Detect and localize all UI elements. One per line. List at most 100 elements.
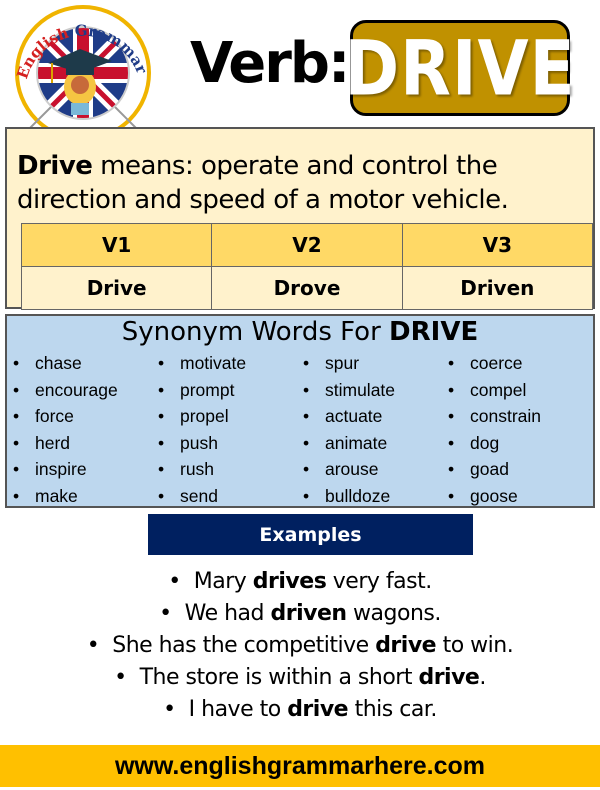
bullet-icon: • <box>168 569 181 594</box>
example-text-after: to win. <box>436 633 514 658</box>
synonym-word: constrain <box>470 406 542 426</box>
synonym-item: • force <box>9 403 154 430</box>
example-text-before: We had <box>184 601 271 626</box>
bullet-icon: • <box>448 353 455 373</box>
bullet-icon: • <box>158 406 165 426</box>
bullet-icon: • <box>13 459 20 479</box>
bullet-icon: • <box>158 432 165 453</box>
bullet-icon: • <box>13 432 20 453</box>
bullet-icon: • <box>13 406 20 426</box>
synonym-item: • motivate <box>154 350 299 377</box>
bullet-icon: • <box>86 633 100 658</box>
synonyms-title: Synonym Words For DRIVE <box>7 317 593 347</box>
synonym-word: goad <box>470 459 509 479</box>
example-sentence: • Mary drives very fast. <box>0 566 600 598</box>
verb-word: DRIVE <box>344 23 576 113</box>
synonym-item: • make <box>9 483 154 510</box>
synonym-word: animate <box>325 432 388 453</box>
header-v3: V3 <box>401 223 594 267</box>
example-sentence: • The store is within a short drive. <box>0 662 600 694</box>
value-v1: Drive <box>20 266 213 310</box>
synonyms-list: • motivate • prompt • propel • push • rush • send <box>154 350 299 509</box>
synonym-item: • stimulate <box>299 377 444 404</box>
meaning-text: Drive means: operate and control the dir… <box>17 149 587 217</box>
footer-url[interactable]: www.englishgrammarhere.com <box>0 745 600 787</box>
example-sentence: • I have to drive this car. <box>0 694 600 726</box>
synonym-word: compel <box>470 379 527 400</box>
bullet-icon: • <box>158 353 165 373</box>
example-text-after: . <box>479 665 486 690</box>
synonym-word: actuate <box>325 406 383 426</box>
example-sentence: • We had driven wagons. <box>0 598 600 630</box>
synonym-word: spur <box>325 353 360 373</box>
example-text-before: Mary <box>193 569 253 594</box>
synonyms-section: Synonym Words For DRIVE • chase • encourage… <box>5 314 595 508</box>
example-text-before: I have to <box>188 697 288 722</box>
verb-forms-table: V1 V2 V3 Drive Drove Driven <box>20 223 594 310</box>
synonyms-column: • coerce • compel • constrain • dog • goad • goose <box>444 350 589 509</box>
synonym-item: • spur <box>299 350 444 377</box>
synonym-item: • goad <box>444 456 589 483</box>
bullet-icon: • <box>448 406 455 426</box>
synonym-word: send <box>180 485 218 506</box>
header-v1: V1 <box>20 223 213 267</box>
synonym-item: • goose <box>444 483 589 510</box>
synonym-word: bulldoze <box>325 485 391 506</box>
bullet-icon: • <box>448 379 455 400</box>
synonyms-column: • motivate • prompt • propel • push • rush • send <box>154 350 299 509</box>
synonym-item: • rush <box>154 456 299 483</box>
synonyms-column: • spur • stimulate • actuate • animate • arouse • b… <box>299 350 444 509</box>
synonym-word: coerce <box>470 353 523 373</box>
examples-header: Examples <box>148 514 473 555</box>
example-text-after: this car. <box>348 697 438 722</box>
value-v2: Drove <box>211 266 403 310</box>
bullet-icon: • <box>13 485 20 506</box>
synonyms-title-word: DRIVE <box>389 317 479 347</box>
synonym-word: prompt <box>180 379 235 400</box>
synonym-item: • coerce <box>444 350 589 377</box>
synonym-word: herd <box>35 432 71 453</box>
synonym-word: inspire <box>35 459 87 479</box>
example-keyword: drive <box>375 633 437 658</box>
synonym-word: goose <box>470 485 518 506</box>
synonym-word: force <box>35 406 74 426</box>
header-v2: V2 <box>211 223 403 267</box>
example-keyword: driven <box>270 601 348 626</box>
bullet-icon: • <box>158 379 165 400</box>
synonym-item: • prompt <box>154 377 299 404</box>
synonym-item: • inspire <box>9 456 154 483</box>
synonym-item: • herd <box>9 430 154 457</box>
synonyms-list: • chase • encourage • force • herd • inspire • make <box>9 350 154 509</box>
synonym-item: • dog <box>444 430 589 457</box>
bullet-icon: • <box>159 601 172 626</box>
verb-forms-header-row: V1 V2 V3 <box>20 223 594 267</box>
synonym-word: arouse <box>325 459 379 479</box>
synonym-item: • arouse <box>299 456 444 483</box>
bullet-icon: • <box>13 353 20 373</box>
synonym-word: chase <box>35 353 82 373</box>
bullet-icon: • <box>303 485 310 506</box>
synonyms-list: • coerce • compel • constrain • dog • goad • goose <box>444 350 589 509</box>
example-keyword: drive <box>287 697 349 722</box>
bullet-icon: • <box>13 379 20 400</box>
bullet-icon: • <box>448 432 455 453</box>
page-title: Verb: <box>190 31 350 96</box>
synonym-word: propel <box>180 406 229 426</box>
synonym-word: encourage <box>35 379 118 400</box>
bullet-icon: • <box>158 485 165 506</box>
synonyms-title-prefix: Synonym Words For <box>121 317 390 347</box>
synonym-word: make <box>35 485 78 506</box>
bullet-icon: • <box>303 459 310 479</box>
synonyms-list: • spur • stimulate • actuate • animate • arouse • b… <box>299 350 444 509</box>
bullet-icon: • <box>163 697 176 722</box>
site-logo: English Grammar Here.Com <box>0 0 158 141</box>
bullet-icon: • <box>448 459 455 479</box>
synonym-item: • compel <box>444 377 589 404</box>
synonym-word: motivate <box>180 353 247 373</box>
synonym-item: • encourage <box>9 377 154 404</box>
logo-emblem-icon: English Grammar Here.Com <box>0 0 153 141</box>
bullet-icon: • <box>303 353 310 373</box>
bullet-icon: • <box>448 485 455 506</box>
verb-forms-value-row: Drive Drove Driven <box>20 266 594 310</box>
synonym-item: • animate <box>299 430 444 457</box>
